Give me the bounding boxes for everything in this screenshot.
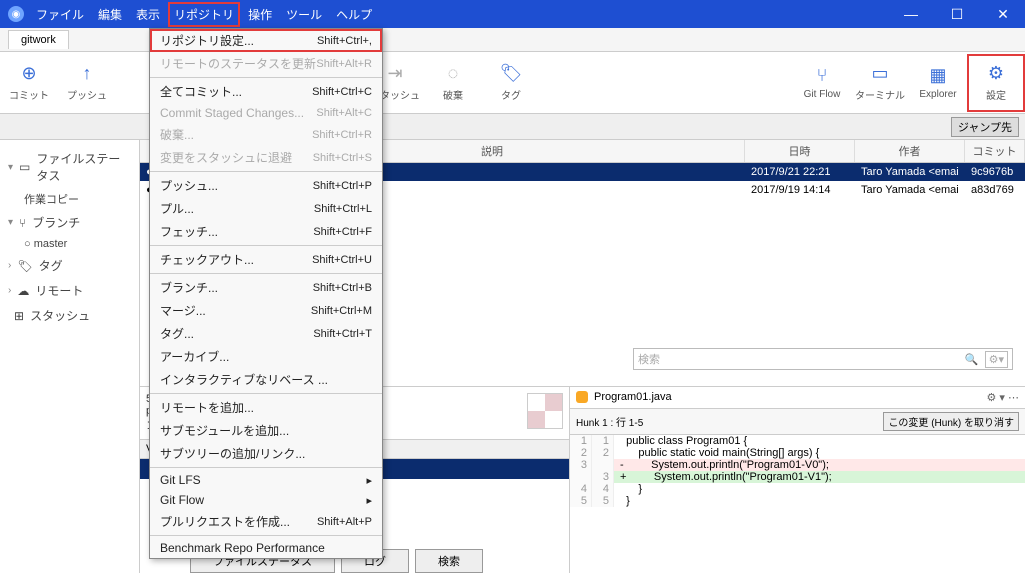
tab-search[interactable]: 検索	[415, 549, 483, 573]
diff-view: 11 public class Program01 {22 public sta…	[570, 435, 1025, 507]
diff-settings-icon[interactable]: ⚙ ▾ ⋯	[987, 391, 1020, 404]
menu-item[interactable]: Git Flow▸	[150, 490, 382, 510]
diff-filename: Program01.java	[594, 391, 672, 403]
gitflow-button[interactable]: ⑂Git Flow	[793, 54, 851, 112]
menu-item[interactable]: フェッチ...Shift+Ctrl+F	[150, 220, 382, 243]
author-avatar	[527, 393, 563, 429]
menu-item[interactable]: チェックアウト...Shift+Ctrl+U	[150, 248, 382, 271]
menu-item[interactable]: Benchmark Repo Performance	[150, 538, 382, 558]
menu-repository[interactable]: リポジトリ	[168, 2, 240, 27]
hunk-header: Hunk 1 : 行 1-5 この変更 (Hunk) を取り消す	[570, 409, 1025, 435]
sidebar-branch-master[interactable]: ○ master	[0, 235, 139, 253]
repository-menu-dropdown: リポジトリ設定...Shift+Ctrl+,リモートのステータスを更新Shift…	[149, 28, 383, 559]
menu-item[interactable]: インタラクティブなリベース ...	[150, 368, 382, 391]
diff-header: Program01.java ⚙ ▾ ⋯	[570, 387, 1025, 409]
menu-item[interactable]: サブモジュールを追加...	[150, 419, 382, 442]
explorer-button[interactable]: ▦Explorer	[909, 54, 967, 112]
menu-item: 変更をスタッシュに退避Shift+Ctrl+S	[150, 146, 382, 169]
menubar: ファイル 編集 表示 リポジトリ 操作 ツール ヘルプ	[30, 2, 891, 27]
menu-item: リモートのステータスを更新Shift+Alt+R	[150, 52, 382, 75]
sidebar: ▾▭ ファイルステータス 作業コピー ▾⑂ ブランチ ○ master ›🏷 タ…	[0, 140, 140, 573]
menu-item[interactable]: タグ...Shift+Ctrl+T	[150, 322, 382, 345]
menu-item: Commit Staged Changes...Shift+Alt+C	[150, 103, 382, 123]
menu-item[interactable]: リモートを追加...	[150, 396, 382, 419]
tag-button[interactable]: 🏷タグ	[482, 54, 540, 112]
terminal-button[interactable]: ▭ターミナル	[851, 54, 909, 112]
sidebar-remote[interactable]: ›☁ リモート	[0, 278, 139, 303]
minimize-button[interactable]: —	[891, 2, 931, 26]
menu-item[interactable]: プルリクエストを作成...Shift+Alt+P	[150, 510, 382, 533]
menu-action[interactable]: 操作	[242, 2, 278, 27]
menu-item[interactable]: マージ...Shift+Ctrl+M	[150, 299, 382, 322]
search-placeholder: 検索	[638, 351, 660, 367]
discard-button[interactable]: ◌破棄	[424, 54, 482, 112]
search-icon: 🔍	[965, 353, 979, 366]
menu-edit[interactable]: 編集	[92, 2, 128, 27]
titlebar: ◉ ファイル 編集 表示 リポジトリ 操作 ツール ヘルプ — ☐ ✕	[0, 0, 1025, 28]
menu-tools[interactable]: ツール	[280, 2, 328, 27]
sidebar-workingcopy[interactable]: 作業コピー	[0, 188, 139, 210]
menu-item[interactable]: ブランチ...Shift+Ctrl+B	[150, 276, 382, 299]
menu-item[interactable]: リポジトリ設定...Shift+Ctrl+,	[150, 29, 382, 52]
menu-file[interactable]: ファイル	[30, 2, 90, 27]
repo-tab[interactable]: gitwork	[8, 30, 69, 49]
push-button[interactable]: ↑プッシュ	[58, 54, 116, 112]
sidebar-tag[interactable]: ›🏷 タグ	[0, 253, 139, 278]
search-bar[interactable]: 検索 🔍 ⚙▾	[633, 348, 1013, 370]
menu-item[interactable]: サブツリーの追加/リンク...	[150, 442, 382, 465]
sidebar-stash[interactable]: ⊞ スタッシュ	[0, 303, 139, 328]
menu-item[interactable]: Git LFS▸	[150, 470, 382, 490]
window-controls: — ☐ ✕	[891, 2, 1023, 26]
revert-hunk-button[interactable]: この変更 (Hunk) を取り消す	[883, 412, 1019, 431]
menu-view[interactable]: 表示	[130, 2, 166, 27]
search-options-icon[interactable]: ⚙▾	[985, 351, 1008, 368]
menu-item[interactable]: プッシュ...Shift+Ctrl+P	[150, 174, 382, 197]
sidebar-filestatus[interactable]: ▾▭ ファイルステータス	[0, 146, 139, 188]
maximize-button[interactable]: ☐	[937, 2, 977, 26]
menu-item[interactable]: 全てコミット...Shift+Ctrl+C	[150, 80, 382, 103]
settings-button[interactable]: ⚙設定	[967, 54, 1025, 112]
menu-help[interactable]: ヘルプ	[330, 2, 378, 27]
menu-item: 破棄...Shift+Ctrl+R	[150, 123, 382, 146]
sidebar-branch[interactable]: ▾⑂ ブランチ	[0, 210, 139, 235]
jump-button[interactable]: ジャンプ先	[951, 117, 1019, 137]
modified-icon	[576, 391, 588, 403]
close-button[interactable]: ✕	[983, 2, 1023, 26]
commit-button[interactable]: ⊕コミット	[0, 54, 58, 112]
menu-item[interactable]: アーカイブ...	[150, 345, 382, 368]
app-logo: ◉	[8, 6, 24, 22]
menu-item[interactable]: プル...Shift+Ctrl+L	[150, 197, 382, 220]
